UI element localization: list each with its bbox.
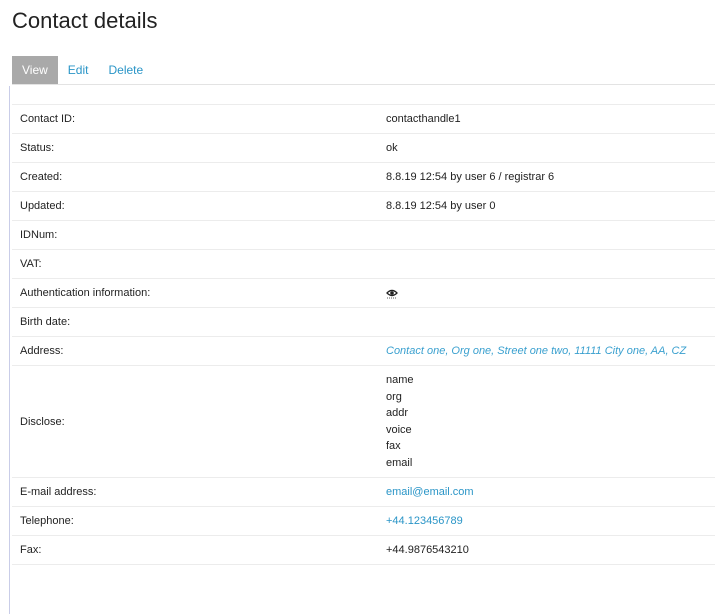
created-label: Created: xyxy=(12,162,378,192)
row-email: E-mail address: email@email.com xyxy=(12,477,715,507)
tab-divider xyxy=(12,84,715,85)
row-vat: VAT: xyxy=(12,249,715,279)
telephone-cell: +44.123456789 xyxy=(378,506,715,536)
updated-value: 8.8.19 12:54 by user 0 xyxy=(378,191,715,221)
address-link[interactable]: Contact one, Org one, Street one two, 11… xyxy=(386,345,686,357)
auth-info-label: Authentication information: xyxy=(12,278,378,308)
email-cell: email@email.com xyxy=(378,477,715,507)
row-birth-date: Birth date: xyxy=(12,307,715,337)
tab-edit[interactable]: Edit xyxy=(58,56,99,84)
idnum-label: IDNum: xyxy=(12,220,378,250)
tab-bar: View Edit Delete xyxy=(12,56,153,84)
address-label: Address: xyxy=(12,336,378,366)
row-contact-id: Contact ID: contacthandle1 xyxy=(12,104,715,134)
tab-delete[interactable]: Delete xyxy=(98,56,153,84)
row-fax: Fax: +44.9876543210 xyxy=(12,535,715,565)
contact-id-value: contacthandle1 xyxy=(378,104,715,134)
disclose-item: fax xyxy=(386,440,401,452)
contact-details-table: Contact ID: contacthandle1 Status: ok Cr… xyxy=(12,104,715,565)
row-telephone: Telephone: +44.123456789 xyxy=(12,506,715,536)
fax-label: Fax: xyxy=(12,535,378,565)
email-label: E-mail address: xyxy=(12,477,378,507)
row-auth-info: Authentication information: xyxy=(12,278,715,308)
telephone-link[interactable]: +44.123456789 xyxy=(386,515,463,527)
row-status: Status: ok xyxy=(12,133,715,163)
updated-label: Updated: xyxy=(12,191,378,221)
telephone-label: Telephone: xyxy=(12,506,378,536)
birth-date-value xyxy=(378,307,715,337)
vat-label: VAT: xyxy=(12,249,378,279)
disclose-item: voice xyxy=(386,423,412,436)
disclose-list: name org addr voice fax email xyxy=(386,366,707,477)
vat-value xyxy=(378,249,715,279)
contact-id-label: Contact ID: xyxy=(12,104,378,134)
left-border xyxy=(9,86,10,614)
fax-value: +44.9876543210 xyxy=(378,535,715,565)
birth-date-label: Birth date: xyxy=(12,307,378,337)
status-value: ok xyxy=(378,133,715,163)
disclose-item: name xyxy=(386,374,414,386)
idnum-value xyxy=(378,220,715,250)
address-cell: Contact one, Org one, Street one two, 11… xyxy=(378,336,715,366)
disclose-label: Disclose: xyxy=(12,365,378,478)
disclose-item: email xyxy=(386,456,413,469)
email-link[interactable]: email@email.com xyxy=(386,486,474,498)
disclose-value: name org addr voice fax email xyxy=(378,365,715,478)
page-title: Contact details xyxy=(12,8,158,33)
row-address: Address: Contact one, Org one, Street on… xyxy=(12,336,715,366)
auth-info-value xyxy=(378,278,715,308)
disclose-item: org xyxy=(386,390,402,403)
row-idnum: IDNum: xyxy=(12,220,715,250)
tab-view[interactable]: View xyxy=(12,56,58,84)
row-disclose: Disclose: name org addr voice fax email xyxy=(12,365,715,478)
row-updated: Updated: 8.8.19 12:54 by user 0 xyxy=(12,191,715,221)
eye-icon[interactable] xyxy=(386,287,398,299)
status-label: Status: xyxy=(12,133,378,163)
row-created: Created: 8.8.19 12:54 by user 6 / regist… xyxy=(12,162,715,192)
disclose-item: addr xyxy=(386,407,409,419)
created-value: 8.8.19 12:54 by user 6 / registrar 6 xyxy=(378,162,715,192)
